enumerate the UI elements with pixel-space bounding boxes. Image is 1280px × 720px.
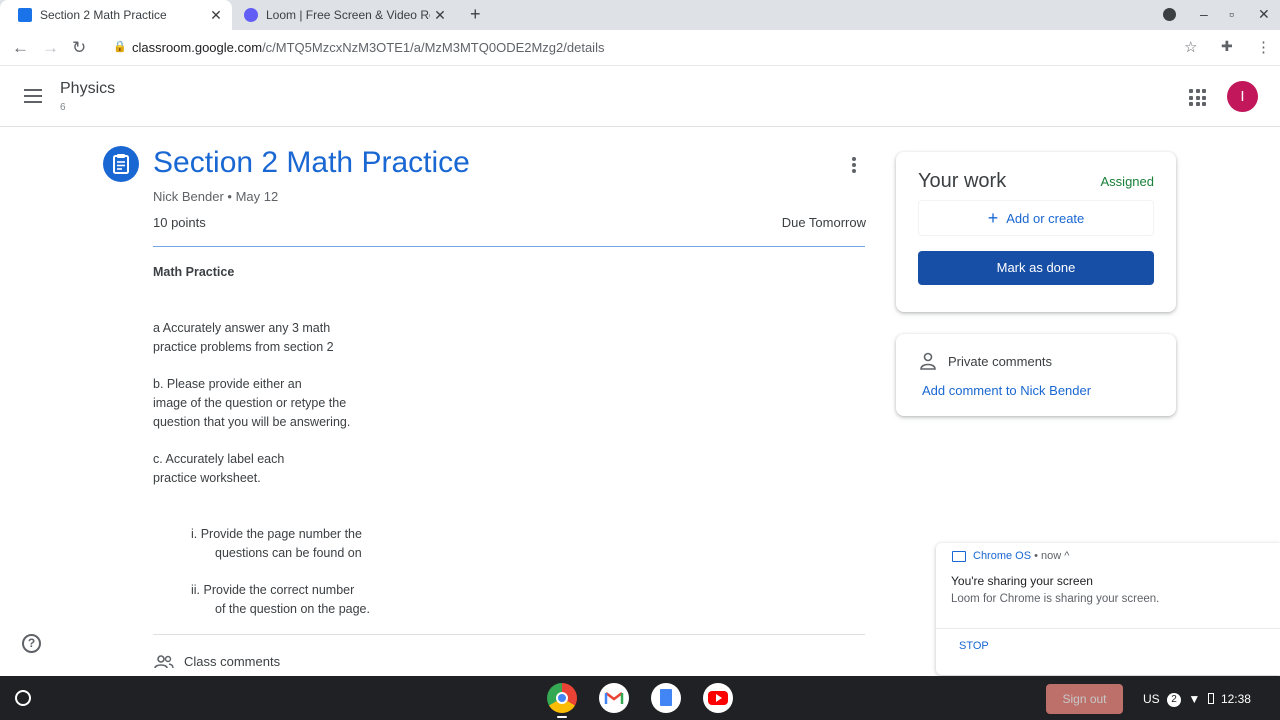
main-menu-icon[interactable] <box>24 89 42 103</box>
instruction-line: c. Accurately label each <box>153 452 285 466</box>
close-tab-icon[interactable]: ✕ <box>206 7 226 24</box>
add-or-create-label: Add or create <box>1006 210 1085 226</box>
notification-source-name: Chrome OS <box>973 550 1032 562</box>
instruction-line: ii. Provide the correct number <box>191 583 355 597</box>
back-icon[interactable]: ← <box>12 38 29 58</box>
mark-as-done-button[interactable]: Mark as done <box>918 251 1154 285</box>
extensions-icon[interactable]: ✚ <box>1221 38 1233 55</box>
assignment-author-date: Nick Bender • May 12 <box>153 189 279 204</box>
tab-loom[interactable]: Loom | Free Screen & Video Re... ✕ <box>232 0 456 30</box>
assignment-icon <box>103 146 139 182</box>
add-or-create-button[interactable]: + Add or create <box>918 200 1154 236</box>
browser-toolbar: ← → ↻ 🔒 classroom.google.com/c/MTQ5MzcxN… <box>0 30 1280 66</box>
new-tab-icon[interactable]: + <box>470 4 481 25</box>
private-comments-title: Private comments <box>948 354 1053 369</box>
instruction-line: practice problems from section 2 <box>153 340 334 354</box>
browser-menu-icon[interactable]: ⋮ <box>1256 38 1271 56</box>
battery-icon <box>1207 693 1214 704</box>
clock: 12:38 <box>1220 692 1251 706</box>
header-divider <box>153 246 865 247</box>
instruction-line: questions can be found on <box>215 546 362 560</box>
gmail-icon[interactable] <box>599 683 629 713</box>
instruction-line: i. Provide the page number the <box>191 527 362 541</box>
add-private-comment-link[interactable]: Add comment to Nick Bender <box>922 383 1091 398</box>
class-name[interactable]: Physics <box>60 80 115 98</box>
notification-source: Chrome OS • now ^ <box>973 550 1069 562</box>
stop-sharing-button[interactable]: STOP <box>959 640 989 652</box>
plus-icon: + <box>987 208 999 228</box>
screen-share-icon <box>952 551 966 562</box>
notification-count-badge: 2 <box>1167 693 1182 707</box>
people-icon <box>154 655 174 669</box>
browser-tab-bar: Section 2 Math Practice ✕ Loom | Free Sc… <box>0 0 1280 30</box>
ime-indicator: US <box>1143 692 1160 706</box>
bookmark-star-icon[interactable]: ☆ <box>1184 38 1197 56</box>
assignment-due: Due Tomorrow <box>781 215 866 230</box>
close-tab-icon[interactable]: ✕ <box>430 7 450 24</box>
lock-icon: 🔒 <box>113 41 127 53</box>
avatar[interactable]: I <box>1227 81 1258 112</box>
wifi-icon: ▼ <box>1188 692 1201 706</box>
notification-title: You're sharing your screen <box>951 574 1093 588</box>
close-window-icon[interactable]: ✕ <box>1258 6 1270 23</box>
instruction-line: of the question on the page. <box>215 602 370 616</box>
address-bar[interactable]: classroom.google.com/c/MTQ5MzcxNzM3OTE1/… <box>132 35 1232 61</box>
help-icon[interactable]: ? <box>22 634 41 653</box>
sign-out-button[interactable]: Sign out <box>1046 684 1123 714</box>
instruction-line: practice worksheet. <box>153 471 261 485</box>
docs-icon[interactable] <box>651 683 681 713</box>
class-comments-label[interactable]: Class comments <box>184 654 280 669</box>
launcher-icon[interactable] <box>15 690 31 706</box>
forward-icon[interactable]: → <box>42 38 59 58</box>
reload-icon[interactable]: ↻ <box>72 38 86 58</box>
tab-title: Section 2 Math Practice <box>40 8 167 22</box>
loom-favicon-icon <box>244 8 258 22</box>
comments-divider <box>153 634 865 635</box>
minimize-icon[interactable]: – <box>1200 6 1208 22</box>
tab-title: Loom | Free Screen & Video Re... <box>266 8 430 22</box>
active-app-indicator <box>557 716 567 718</box>
status-badge: Assigned <box>1100 174 1154 189</box>
url-path: /c/MTQ5MzcxNzM3OTE1/a/MzM3MTQ0ODE2Mzg2/d… <box>262 40 605 55</box>
classroom-favicon-icon <box>18 8 32 22</box>
assignment-points: 10 points <box>153 215 206 230</box>
status-tray[interactable]: US 2 ▼ 12:38 <box>1143 692 1251 707</box>
screen-share-notification <box>936 543 1280 675</box>
notification-body: Loom for Chrome is sharing your screen. <box>951 593 1160 605</box>
private-comments-card <box>896 334 1176 416</box>
restore-icon[interactable]: ▫ <box>1229 6 1234 22</box>
more-options-icon[interactable] <box>852 157 856 175</box>
instructions-heading: Math Practice <box>153 265 235 279</box>
url-host: classroom.google.com <box>132 40 263 55</box>
chrome-icon[interactable] <box>547 683 577 713</box>
instruction-line: b. Please provide either an <box>153 377 302 391</box>
assignment-title: Section 2 Math Practice <box>153 146 470 179</box>
class-section: 6 <box>60 102 66 113</box>
person-icon <box>920 352 936 370</box>
youtube-icon[interactable] <box>703 683 733 713</box>
tab-section-2-math-practice[interactable]: Section 2 Math Practice ✕ <box>0 0 232 30</box>
google-apps-icon[interactable] <box>1189 89 1206 106</box>
notification-divider <box>936 628 1280 629</box>
notification-time[interactable]: • now ^ <box>1034 550 1069 562</box>
instruction-line: image of the question or retype the <box>153 396 347 410</box>
classroom-header: Physics 6 I <box>0 67 1280 127</box>
instruction-line: a Accurately answer any 3 math <box>153 321 331 335</box>
profile-icon[interactable] <box>1163 8 1176 21</box>
your-work-title: Your work <box>918 170 1007 192</box>
instruction-line: question that you will be answering. <box>153 415 351 429</box>
